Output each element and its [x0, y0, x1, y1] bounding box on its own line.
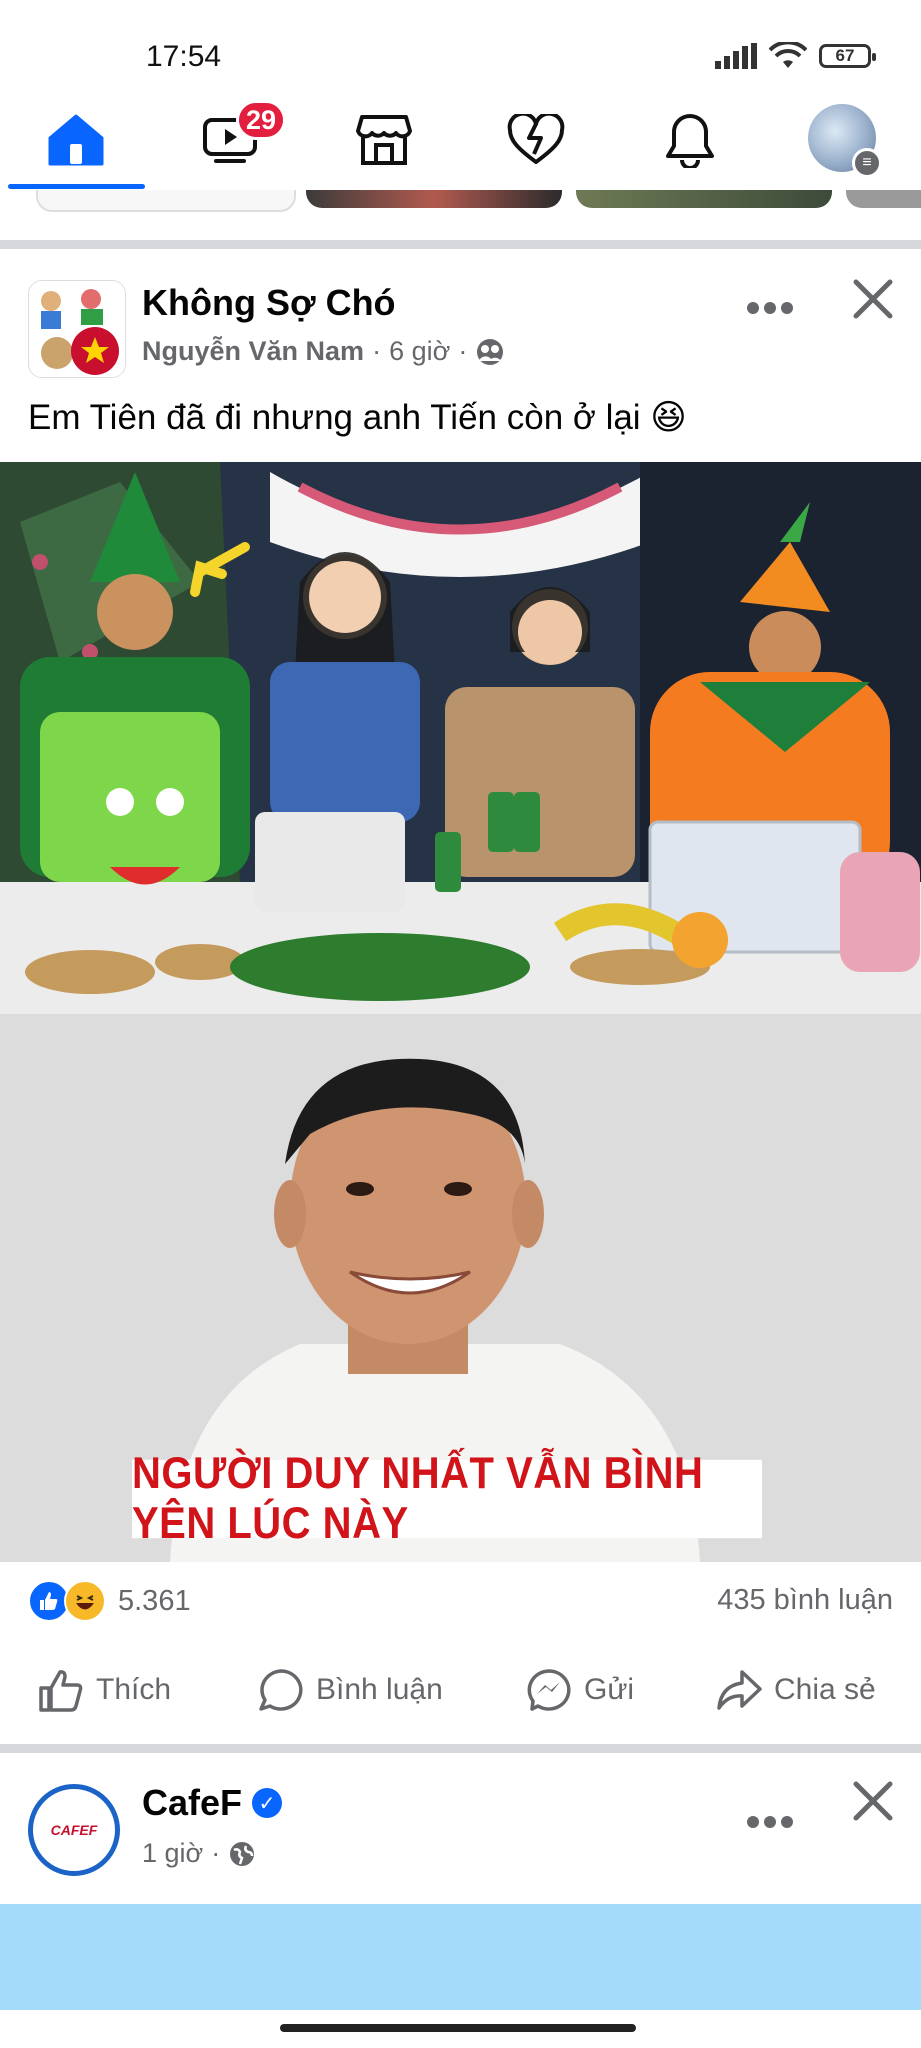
- post2-time[interactable]: 1 giờ: [142, 1838, 203, 1869]
- bell-icon: [666, 114, 714, 168]
- post2-media-preview[interactable]: [0, 1904, 921, 2010]
- more-options-button[interactable]: [746, 280, 794, 325]
- post-caption: Em Tiên đã đi nhưng anh Tiến còn ở lại 😆: [28, 398, 687, 437]
- comments-count[interactable]: 435 bình luận: [717, 1584, 893, 1617]
- post-time[interactable]: 6 giờ: [389, 336, 450, 367]
- messenger-icon: [527, 1669, 571, 1711]
- post2-page-name[interactable]: CafeF: [142, 1782, 242, 1824]
- tab-marketplace[interactable]: [324, 100, 444, 180]
- tab-dating[interactable]: [476, 100, 596, 180]
- home-indicator[interactable]: [280, 2024, 636, 2032]
- close-icon: [853, 279, 893, 319]
- post-photo-studio[interactable]: [0, 462, 921, 1014]
- globe-icon: [230, 1841, 255, 1866]
- battery-level: 67: [835, 46, 855, 65]
- meta-separator: ·: [458, 336, 468, 366]
- post2-page-header: CafeF ✓: [142, 1782, 283, 1824]
- status-icons: 67: [715, 42, 876, 70]
- reactions-summary[interactable]: 5.361: [28, 1580, 191, 1622]
- post-meta: Nguyễn Văn Nam · 6 giờ ·: [142, 336, 505, 367]
- comment-icon: [259, 1669, 303, 1711]
- active-tab-indicator: [8, 184, 145, 189]
- meta-separator: ·: [211, 1838, 221, 1868]
- story-card[interactable]: [846, 190, 921, 208]
- hide-post-button[interactable]: [852, 278, 894, 325]
- post2-hide-button[interactable]: [852, 1780, 894, 1827]
- stories-strip[interactable]: [0, 190, 921, 214]
- send-label: Gửi: [584, 1673, 635, 1706]
- haha-reaction-icon: [64, 1580, 106, 1622]
- cafef-avatar[interactable]: CAFEF: [28, 1784, 120, 1876]
- share-button[interactable]: Chia sẻ: [716, 1660, 876, 1720]
- story-card[interactable]: [36, 190, 296, 212]
- studio-scene-illustration: [0, 462, 921, 1014]
- tab-home[interactable]: [16, 100, 136, 180]
- dating-icon: [507, 114, 565, 164]
- menu-icon: ≡: [852, 148, 882, 178]
- comment-label: Bình luận: [316, 1673, 443, 1706]
- more-horizontal-icon: [747, 302, 793, 314]
- wifi-icon: [769, 42, 807, 68]
- reactions-count: 5.361: [118, 1584, 191, 1617]
- photo-banner-text: NGƯỜI DUY NHẤT VẪN BÌNH YÊN LÚC NÀY: [132, 1449, 762, 1548]
- battery-indicator: 67: [819, 44, 876, 68]
- share-label: Chia sẻ: [774, 1673, 876, 1706]
- post2-more-options-button[interactable]: [746, 1794, 794, 1839]
- post-photo-portrait[interactable]: NGƯỜI DUY NHẤT VẪN BÌNH YÊN LÚC NÀY: [0, 1014, 921, 1562]
- group-icon: [477, 338, 504, 365]
- signal-icon: [715, 43, 757, 69]
- post2-meta: 1 giờ ·: [142, 1838, 256, 1869]
- story-card[interactable]: [576, 190, 832, 208]
- video-notification-badge: 29: [236, 100, 286, 140]
- send-button[interactable]: Gửi: [526, 1660, 634, 1720]
- meta-separator: ·: [372, 336, 382, 366]
- more-horizontal-icon: [747, 1816, 793, 1828]
- home-icon: [48, 114, 104, 166]
- like-button[interactable]: Thích: [38, 1660, 171, 1720]
- story-card[interactable]: [306, 190, 562, 208]
- status-time: 17:54: [146, 40, 222, 73]
- verified-badge-icon: ✓: [252, 1788, 283, 1818]
- post-author[interactable]: Nguyễn Văn Nam: [142, 336, 364, 367]
- profile-avatar[interactable]: ≡: [808, 104, 882, 178]
- top-navigation: [0, 100, 921, 190]
- page-name[interactable]: Không Sợ Chó: [142, 282, 396, 324]
- feed-separator: [0, 1744, 921, 1753]
- like-label: Thích: [96, 1673, 172, 1706]
- tab-notifications[interactable]: [630, 100, 750, 180]
- close-icon: [853, 1781, 893, 1821]
- marketplace-icon: [356, 115, 412, 165]
- page-logo-image: [29, 281, 125, 377]
- page-avatar[interactable]: [28, 280, 126, 378]
- thumbs-up-icon: [39, 1670, 83, 1712]
- cafef-logo-text: CAFEF: [50, 1822, 98, 1838]
- comment-button[interactable]: Bình luận: [258, 1660, 443, 1720]
- post-actions-bar: Thích Bình luận Gửi Chia sẻ: [0, 1660, 921, 1720]
- feed-separator: [0, 240, 921, 249]
- share-icon: [717, 1670, 762, 1710]
